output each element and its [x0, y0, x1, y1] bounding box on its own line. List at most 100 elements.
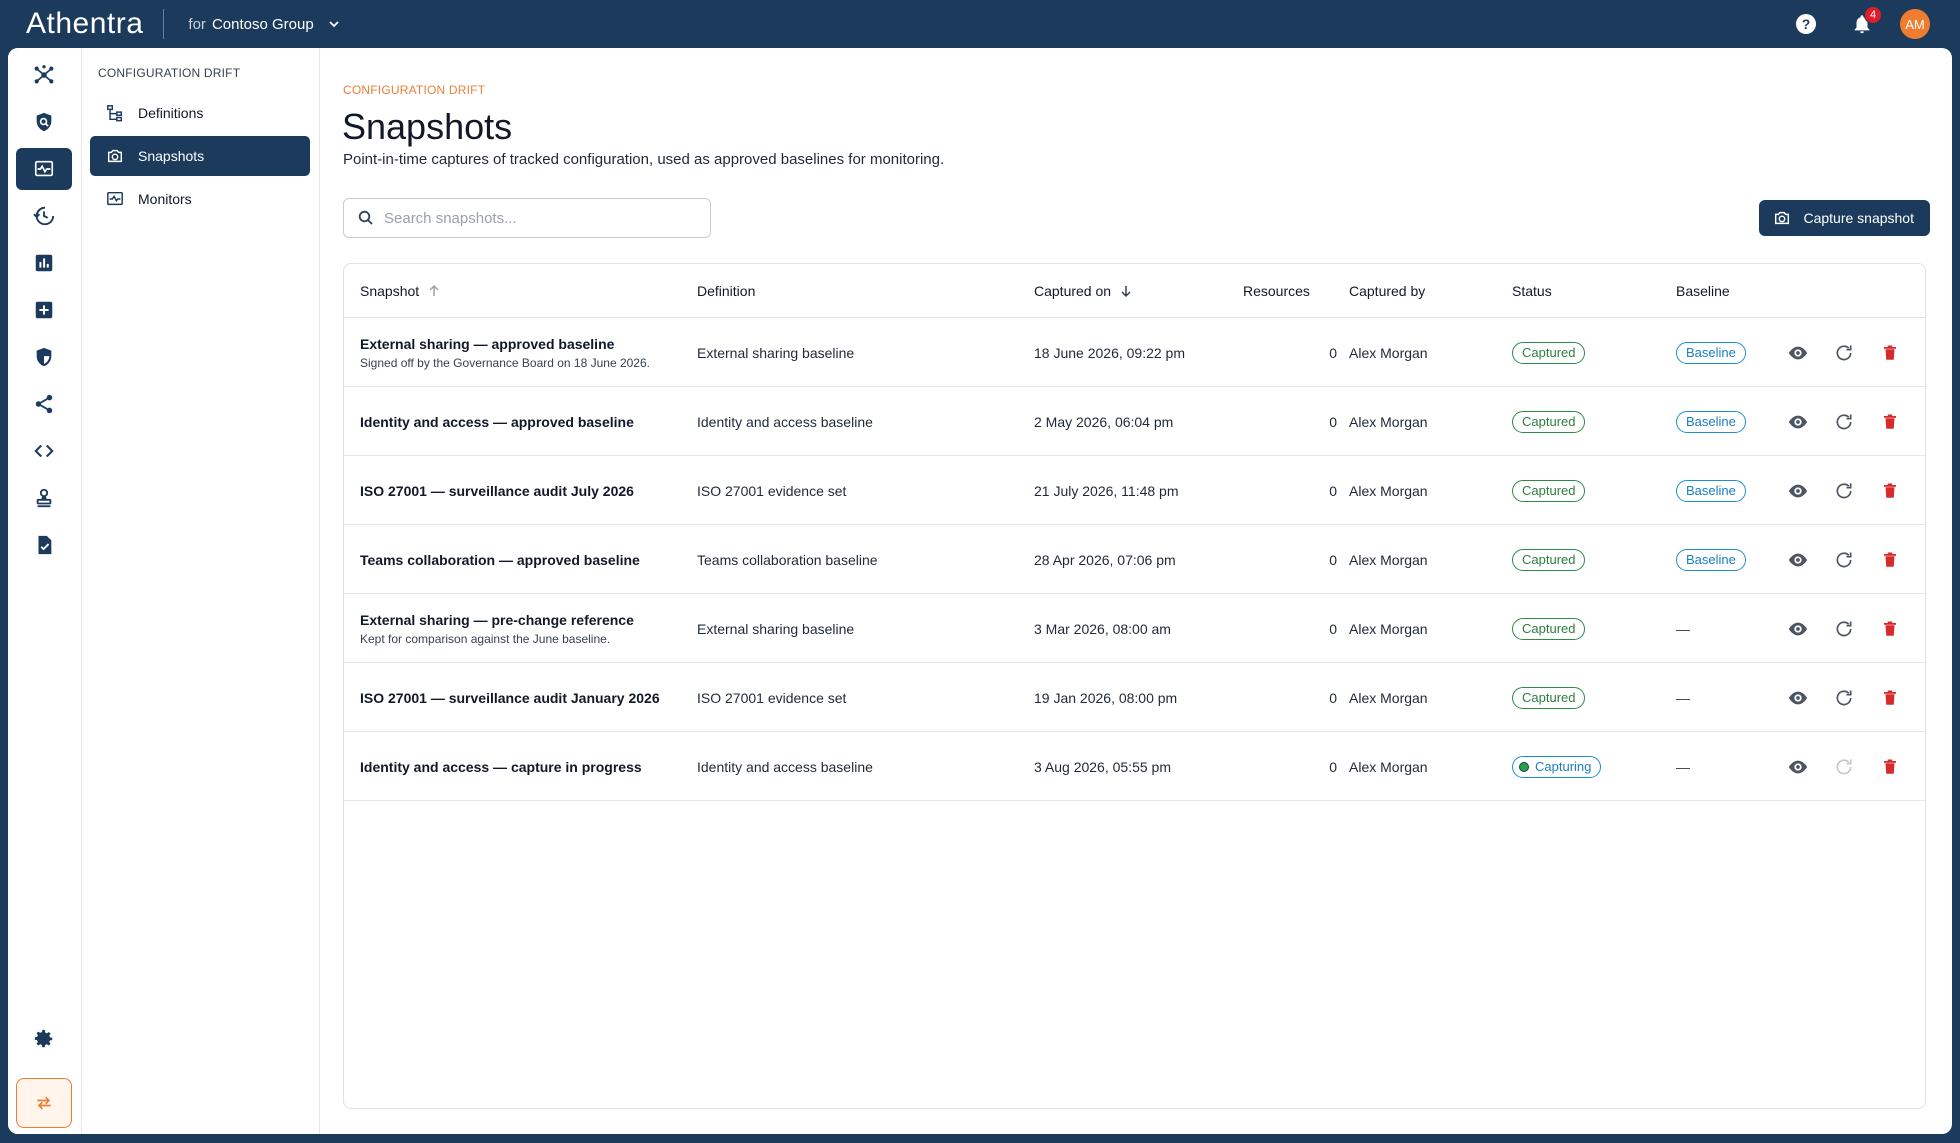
main-panel: CONFIGURATION DRIFT Definitions Snapshot…	[8, 48, 1952, 1134]
snapshot-name[interactable]: ISO 27001 — surveillance audit July 2026	[360, 483, 634, 499]
rail-item-share[interactable]	[16, 383, 72, 425]
baseline-cell: Baseline	[1676, 456, 1746, 525]
delete-button[interactable]	[1878, 548, 1902, 572]
recapture-button[interactable]	[1832, 617, 1856, 641]
swap-icon	[37, 1096, 51, 1110]
column-label-captured-on: Captured on	[1034, 283, 1112, 299]
row-actions	[1786, 525, 1902, 594]
baseline-badge: Baseline	[1676, 410, 1746, 433]
table-row[interactable]: Identity and access — capture in progres…	[344, 732, 1925, 801]
refresh-icon	[1836, 413, 1852, 429]
captured-by-cell: Alex Morgan	[1349, 482, 1428, 499]
view-button[interactable]	[1786, 686, 1810, 710]
subnav-item-definitions[interactable]: Definitions	[90, 93, 310, 133]
recapture-button[interactable]	[1832, 341, 1856, 365]
delete-button[interactable]	[1878, 755, 1902, 779]
tenant-name: Contoso Group	[211, 15, 314, 33]
avatar[interactable]: AM	[1900, 9, 1930, 39]
table-row[interactable]: Identity and access — approved baseline …	[344, 387, 1925, 456]
eye-icon	[1788, 622, 1808, 635]
column-header-status[interactable]: Status	[1512, 264, 1552, 318]
snapshot-name[interactable]: Identity and access — approved baseline	[360, 414, 634, 430]
table-row[interactable]: External sharing — approved baseline Sig…	[344, 318, 1925, 387]
column-header-baseline[interactable]: Baseline	[1676, 264, 1730, 318]
table-row[interactable]: ISO 27001 — surveillance audit July 2026…	[344, 456, 1925, 525]
subnav-item-monitors[interactable]: Monitors	[90, 179, 310, 219]
tenant-switcher[interactable]: for Contoso Group	[188, 16, 339, 33]
delete-button[interactable]	[1878, 686, 1902, 710]
recapture-button[interactable]	[1832, 686, 1856, 710]
security-shield-icon	[36, 347, 52, 367]
view-button[interactable]	[1786, 479, 1810, 503]
column-header-resources[interactable]: Resources	[1243, 264, 1310, 318]
rail-item-security[interactable]	[16, 336, 72, 378]
rail-item-add-box[interactable]	[16, 289, 72, 331]
recapture-button[interactable]	[1832, 410, 1856, 434]
drift-monitor-icon	[34, 160, 54, 177]
snapshot-name[interactable]: Teams collaboration — approved baseline	[360, 552, 640, 568]
brand-logo[interactable]: Athentra	[26, 7, 143, 41]
view-button[interactable]	[1786, 617, 1810, 641]
rail-item-bar-chart[interactable]	[16, 242, 72, 284]
captured-by-cell: Alex Morgan	[1349, 689, 1428, 706]
recapture-button[interactable]	[1832, 548, 1856, 572]
table-row[interactable]: ISO 27001 — surveillance audit January 2…	[344, 663, 1925, 732]
delete-button[interactable]	[1878, 479, 1902, 503]
table-row[interactable]: Teams collaboration — approved baseline …	[344, 525, 1925, 594]
column-header-definition[interactable]: Definition	[697, 264, 755, 318]
rail-item-stamp[interactable]	[16, 477, 72, 519]
delete-button[interactable]	[1878, 410, 1902, 434]
resources-cell: 0	[1329, 758, 1337, 775]
subnav-item-snapshots[interactable]: Snapshots	[90, 136, 310, 176]
recapture-button[interactable]	[1832, 479, 1856, 503]
rail-item-drift-monitor[interactable]	[16, 148, 72, 190]
captured-by-cell: Alex Morgan	[1349, 758, 1428, 775]
view-button[interactable]	[1786, 755, 1810, 779]
refresh-icon	[1836, 689, 1852, 705]
delete-button[interactable]	[1878, 617, 1902, 641]
baseline-empty: —	[1676, 689, 1690, 706]
page-subtitle: Point-in-time captures of tracked config…	[343, 151, 945, 168]
help-button[interactable]: ?	[1790, 8, 1822, 40]
row-actions	[1786, 318, 1902, 387]
captured-on-cell: 3 Mar 2026, 08:00 am	[1034, 620, 1171, 637]
rail-item-settings[interactable]	[16, 1018, 72, 1060]
icon-rail	[8, 48, 82, 1134]
definition-cell: ISO 27001 evidence set	[697, 482, 847, 499]
captured-by-cell: Alex Morgan	[1349, 344, 1428, 361]
eye-icon	[1788, 484, 1808, 497]
row-actions	[1786, 732, 1902, 801]
delete-button[interactable]	[1878, 341, 1902, 365]
view-button[interactable]	[1786, 341, 1810, 365]
rail-item-history[interactable]	[16, 195, 72, 237]
baseline-cell: —	[1676, 663, 1690, 732]
snapshot-name[interactable]: External sharing — pre-change reference	[360, 612, 634, 628]
recapture-button-disabled	[1832, 755, 1856, 779]
rail-item-network[interactable]	[16, 54, 72, 96]
breadcrumb: CONFIGURATION DRIFT	[343, 83, 486, 97]
row-actions	[1786, 456, 1902, 525]
column-header-captured-by[interactable]: Captured by	[1349, 264, 1425, 318]
rail-item-shield-search[interactable]	[16, 101, 72, 143]
captured-by-cell: Alex Morgan	[1349, 620, 1428, 637]
view-button[interactable]	[1786, 548, 1810, 572]
snapshot-name[interactable]: ISO 27001 — surveillance audit January 2…	[360, 690, 660, 706]
rail-item-checklist[interactable]	[16, 524, 72, 566]
search-input[interactable]	[384, 209, 694, 227]
view-button[interactable]	[1786, 410, 1810, 434]
definition-cell: External sharing baseline	[697, 620, 855, 637]
table-row[interactable]: External sharing — pre-change reference …	[344, 594, 1925, 663]
resources-cell: 0	[1329, 344, 1337, 361]
rail-item-code[interactable]	[16, 430, 72, 472]
swap-button[interactable]	[16, 1078, 72, 1128]
column-header-snapshot[interactable]: Snapshot	[360, 264, 441, 318]
refresh-icon	[1836, 758, 1852, 774]
column-header-captured-on[interactable]: Captured on	[1034, 264, 1133, 318]
snapshot-name[interactable]: Identity and access — capture in progres…	[360, 759, 642, 775]
notifications-button[interactable]: 4	[1846, 6, 1882, 40]
capture-snapshot-button[interactable]: Capture snapshot	[1759, 200, 1930, 236]
code-icon	[34, 444, 54, 458]
captured-on-cell: 19 Jan 2026, 08:00 pm	[1034, 689, 1178, 706]
snapshot-name[interactable]: External sharing — approved baseline	[360, 336, 650, 352]
eye-icon	[1788, 346, 1808, 359]
